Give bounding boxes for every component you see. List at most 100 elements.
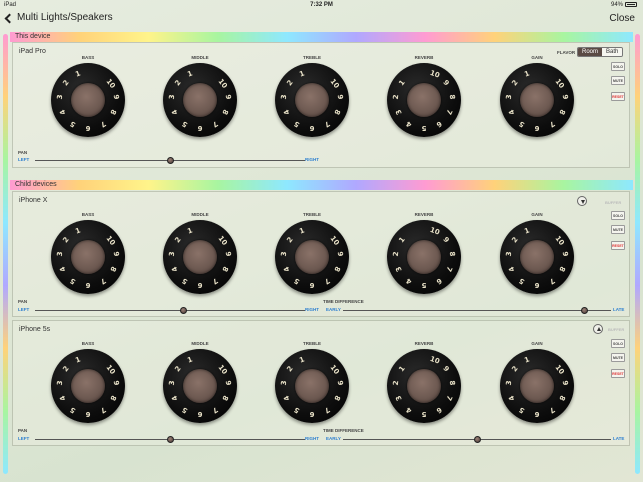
knob-label-4: GAIN xyxy=(531,212,543,217)
knob-4[interactable]: 1 2 3 4 5 6 7 8 9 10 xyxy=(500,220,574,294)
buffer-label: BUFFER xyxy=(605,200,622,205)
knob-digit: 3 xyxy=(55,251,65,257)
knob-digit: 9 xyxy=(560,380,570,386)
knob-label-3: REVERB xyxy=(414,55,434,60)
knob-label-0: BASS xyxy=(81,341,95,346)
pan-label: PAN xyxy=(18,299,28,304)
knob-digit: 2 xyxy=(391,251,401,257)
knob-1[interactable]: 1 2 3 4 5 6 7 8 9 10 xyxy=(163,349,237,423)
knob-digit: 6 xyxy=(197,124,203,132)
status-bar: iPad 7:32 PM 94% xyxy=(0,0,643,10)
knob-digit: 6 xyxy=(197,281,203,289)
mute-button[interactable]: MUTE xyxy=(611,353,625,362)
knob-label-2: TREBLE xyxy=(303,212,321,217)
knob-cap xyxy=(295,83,329,117)
back-label: Multi Lights/Speakers xyxy=(17,12,113,23)
knob-0[interactable]: 1 2 3 4 5 6 7 8 9 10 xyxy=(51,63,125,137)
knob-0[interactable]: 1 2 3 4 5 6 7 8 9 10 xyxy=(51,220,125,294)
left-rainbow-rail xyxy=(3,34,8,474)
pan-slider-thumb[interactable] xyxy=(166,436,174,443)
time-difference-slider-track[interactable] xyxy=(343,310,611,311)
time-difference-slider-thumb[interactable] xyxy=(473,436,481,443)
battery-icon xyxy=(625,2,637,7)
knob-digit: 3 xyxy=(279,251,289,257)
arrow-up-icon[interactable] xyxy=(593,324,603,334)
time-difference-slider-thumb[interactable] xyxy=(580,307,588,314)
child-device-panel: iPhone 5s BUFFER SOLO MUTE RESET PAN LEF… xyxy=(12,320,630,446)
time-difference-label: TIME DIFFERENCE xyxy=(323,428,364,433)
battery-percent: 94% xyxy=(610,2,623,9)
knob-digit: 6 xyxy=(309,410,315,418)
knob-digit: 6 xyxy=(85,281,91,289)
knob-digit: 6 xyxy=(85,410,91,418)
knob-2[interactable]: 1 2 3 4 5 6 7 8 9 10 xyxy=(275,220,349,294)
knob-digit: 9 xyxy=(223,251,233,257)
knob-digit: 6 xyxy=(309,124,315,132)
knob-digit: 6 xyxy=(534,124,540,132)
device-name: iPad Pro xyxy=(19,48,46,55)
knob-digit: 6 xyxy=(197,410,203,418)
solo-button[interactable]: SOLO xyxy=(611,339,625,348)
flavor-segmented-control[interactable]: Room Bath xyxy=(577,47,624,57)
reset-button[interactable]: RESET xyxy=(611,92,625,101)
knob-digit: 3 xyxy=(504,94,514,100)
pan-slider-thumb[interactable] xyxy=(180,307,187,314)
knob-cap xyxy=(407,240,441,274)
knob-cap xyxy=(71,83,105,117)
knob-3[interactable]: 10 9 8 7 6 5 4 3 2 1 xyxy=(387,63,461,137)
this-device-panel: iPad Pro FLAVOR Room Bath SOLO MUTE RESE… xyxy=(12,42,630,168)
knob-digit: 3 xyxy=(55,94,65,100)
mute-button[interactable]: MUTE xyxy=(611,76,625,85)
solo-button[interactable]: SOLO xyxy=(611,211,625,220)
knob-digit: 3 xyxy=(55,380,65,386)
status-time: 7:32 PM xyxy=(310,2,333,8)
knob-label-4: GAIN xyxy=(531,341,543,346)
solo-button[interactable]: SOLO xyxy=(611,62,625,71)
knob-cap xyxy=(407,369,441,403)
reset-button[interactable]: RESET xyxy=(611,369,625,378)
flavor-option-room[interactable]: Room xyxy=(578,48,603,56)
nav-bar: Multi Lights/Speakers Close xyxy=(0,10,643,28)
pan-left-label: LEFT xyxy=(18,436,30,441)
reset-button[interactable]: RESET xyxy=(611,241,625,250)
knob-3[interactable]: 10 9 8 7 6 5 4 3 2 1 xyxy=(387,349,461,423)
knob-digit: 2 xyxy=(391,94,401,100)
pan-label: PAN xyxy=(18,428,28,433)
pan-slider-thumb[interactable] xyxy=(166,157,174,164)
knob-digit: 6 xyxy=(534,281,540,289)
knob-2[interactable]: 1 2 3 4 5 6 7 8 9 10 xyxy=(275,349,349,423)
knob-digit: 2 xyxy=(391,380,401,386)
knob-label-2: TREBLE xyxy=(303,341,321,346)
knob-label-1: MIDDLE xyxy=(191,55,209,60)
knob-4[interactable]: 1 2 3 4 5 6 7 8 9 10 xyxy=(500,63,574,137)
knob-2[interactable]: 1 2 3 4 5 6 7 8 9 10 xyxy=(275,63,349,137)
knob-cap xyxy=(295,369,329,403)
arrow-down-icon[interactable] xyxy=(577,196,587,206)
knob-digit: 8 xyxy=(447,94,457,100)
knob-digit: 3 xyxy=(167,94,177,100)
pan-slider-track[interactable] xyxy=(35,310,305,311)
knob-4[interactable]: 1 2 3 4 5 6 7 8 9 10 xyxy=(500,349,574,423)
knob-0[interactable]: 1 2 3 4 5 6 7 8 9 10 xyxy=(51,349,125,423)
knob-digit: 6 xyxy=(534,410,540,418)
time-early-label: EARLY xyxy=(326,307,341,312)
knob-digit: 3 xyxy=(504,380,514,386)
mute-button[interactable]: MUTE xyxy=(611,225,625,234)
knob-digit: 9 xyxy=(223,94,233,100)
knob-digit: 9 xyxy=(111,94,121,100)
flavor-option-bath[interactable]: Bath xyxy=(602,48,623,56)
knob-digit: 3 xyxy=(167,251,177,257)
back-button[interactable]: Multi Lights/Speakers xyxy=(4,12,113,23)
battery-indicator: 94% xyxy=(611,2,637,8)
section-header-this-device: This device xyxy=(10,32,633,42)
close-button[interactable]: Close xyxy=(609,13,635,24)
knob-digit: 5 xyxy=(421,281,427,289)
knob-label-0: BASS xyxy=(81,55,95,60)
knob-3[interactable]: 10 9 8 7 6 5 4 3 2 1 xyxy=(387,220,461,294)
knob-1[interactable]: 1 2 3 4 5 6 7 8 9 10 xyxy=(163,63,237,137)
knob-cap xyxy=(71,369,105,403)
knob-1[interactable]: 1 2 3 4 5 6 7 8 9 10 xyxy=(163,220,237,294)
knob-digit: 9 xyxy=(335,94,345,100)
knob-digit: 8 xyxy=(447,380,457,386)
time-difference-label: TIME DIFFERENCE xyxy=(323,299,364,304)
